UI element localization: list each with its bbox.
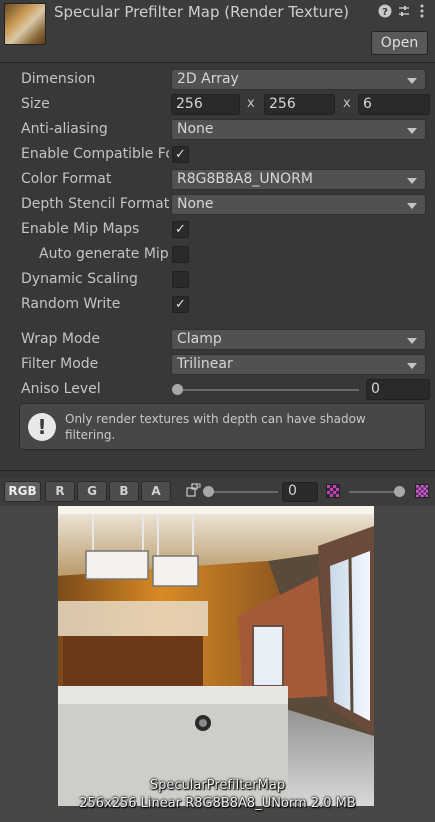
size-depth-field[interactable]: 6 xyxy=(358,94,430,115)
chevron-down-icon xyxy=(407,178,417,184)
color-format-dropdown[interactable]: R8G8B8A8_UNORM xyxy=(171,169,426,190)
large-checker-icon xyxy=(415,484,429,498)
checkmark-icon: ✓ xyxy=(175,222,186,237)
asset-title: Specular Prefilter Map (Render Texture) xyxy=(54,3,350,21)
channel-b-button[interactable]: B xyxy=(109,481,139,502)
depth-stencil-format-label: Depth Stencil Format xyxy=(21,196,169,212)
exposure-slider-track[interactable] xyxy=(349,491,399,493)
channel-g-button[interactable]: G xyxy=(77,481,107,502)
depth-stencil-format-value: None xyxy=(177,196,214,212)
settings-sliders-icon[interactable] xyxy=(396,4,412,20)
dynamic-scaling-row: Dynamic Scaling xyxy=(0,268,435,292)
mip-level-field[interactable]: 0 xyxy=(282,482,318,502)
open-button[interactable]: Open xyxy=(371,31,428,55)
anti-aliasing-value: None xyxy=(177,121,214,137)
filter-mode-dropdown[interactable]: Trilinear xyxy=(171,354,426,375)
color-format-row: Color Format R8G8B8A8_UNORM xyxy=(0,168,435,192)
size-separator: x xyxy=(247,96,255,111)
filter-mode-value: Trilinear xyxy=(177,356,233,372)
channel-rgb-button[interactable]: RGB xyxy=(4,481,41,502)
preview-texture-info: 256x256 Linear R8G8B8A8_UNorm 2.0 MB xyxy=(79,796,356,811)
anti-aliasing-row: Anti-aliasing None xyxy=(0,118,435,142)
chevron-down-icon xyxy=(407,363,417,369)
section-divider xyxy=(0,470,435,471)
aniso-level-label: Aniso Level xyxy=(21,381,101,397)
aniso-level-slider-handle[interactable] xyxy=(172,384,183,395)
chevron-down-icon xyxy=(407,128,417,134)
color-format-value: R8G8B8A8_UNORM xyxy=(177,171,313,187)
chevron-down-icon xyxy=(407,78,417,84)
chevron-down-icon xyxy=(407,338,417,344)
wrap-mode-label: Wrap Mode xyxy=(21,331,101,347)
preview-texture-name: SpecularPrefilterMap xyxy=(149,778,286,793)
size-separator: x xyxy=(343,96,351,111)
wrap-mode-value: Clamp xyxy=(177,331,222,347)
aniso-level-row: Aniso Level 0 xyxy=(0,378,435,402)
filter-mode-label: Filter Mode xyxy=(21,356,99,372)
depth-stencil-format-row: Depth Stencil Format None xyxy=(0,193,435,217)
help-icon[interactable]: ? xyxy=(377,4,393,20)
aniso-level-field[interactable]: 0 xyxy=(366,379,430,400)
color-format-label: Color Format xyxy=(21,171,112,187)
anti-aliasing-dropdown[interactable]: None xyxy=(171,119,426,140)
mip-level-icon xyxy=(185,483,203,499)
checkmark-icon: ✓ xyxy=(175,297,186,312)
random-write-row: Random Write ✓ xyxy=(0,293,435,317)
size-label: Size xyxy=(21,96,50,112)
wrap-mode-dropdown[interactable]: Clamp xyxy=(171,329,426,350)
dynamic-scaling-checkbox[interactable] xyxy=(172,271,189,288)
dimension-dropdown[interactable]: 2D Array xyxy=(171,69,426,90)
auto-generate-mip-maps-label: Auto generate Mip Maps xyxy=(39,246,169,262)
exposure-slider-handle[interactable] xyxy=(394,486,405,497)
auto-generate-mip-maps-checkbox[interactable] xyxy=(172,246,189,263)
channel-a-button[interactable]: A xyxy=(141,481,171,502)
shadow-filtering-help-box: ! Only render textures with depth can ha… xyxy=(19,403,426,450)
random-write-label: Random Write xyxy=(21,296,121,312)
size-row: Size 256 x 256 x 6 xyxy=(0,93,435,117)
dimension-label: Dimension xyxy=(21,71,96,87)
enable-compatible-format-checkbox[interactable]: ✓ xyxy=(172,146,189,163)
dimension-row: Dimension 2D Array xyxy=(0,68,435,92)
size-height-field[interactable]: 256 xyxy=(264,94,335,115)
chevron-down-icon xyxy=(407,203,417,209)
exclamation-icon: ! xyxy=(28,413,56,441)
checkmark-icon: ✓ xyxy=(175,147,186,162)
help-message: Only render textures with depth can have… xyxy=(65,412,366,442)
size-width-field[interactable]: 256 xyxy=(171,94,240,115)
wrap-mode-row: Wrap Mode Clamp xyxy=(0,328,435,352)
texture-thumbnail xyxy=(4,3,46,45)
dimension-value: 2D Array xyxy=(177,71,239,87)
anti-aliasing-label: Anti-aliasing xyxy=(21,121,108,137)
auto-generate-mip-maps-row: Auto generate Mip Maps xyxy=(0,243,435,267)
enable-mip-maps-label: Enable Mip Maps xyxy=(21,221,140,237)
filter-mode-row: Filter Mode Trilinear xyxy=(0,353,435,377)
depth-stencil-format-dropdown[interactable]: None xyxy=(171,194,426,215)
inspector-header: Specular Prefilter Map (Render Texture) … xyxy=(0,0,435,63)
enable-mip-maps-checkbox[interactable]: ✓ xyxy=(172,221,189,238)
aniso-level-slider-track[interactable] xyxy=(177,389,359,391)
dynamic-scaling-label: Dynamic Scaling xyxy=(21,271,138,287)
random-write-checkbox[interactable]: ✓ xyxy=(172,296,189,313)
enable-compatible-format-label: Enable Compatible Format xyxy=(21,146,169,162)
enable-mip-maps-row: Enable Mip Maps ✓ xyxy=(0,218,435,242)
preview-toolbar: RGB R G B A 0 xyxy=(0,478,435,506)
mip-level-slider-track[interactable] xyxy=(208,491,278,493)
enable-compatible-format-row: Enable Compatible Format ✓ xyxy=(0,143,435,167)
more-options-icon[interactable] xyxy=(414,4,430,20)
channel-r-button[interactable]: R xyxy=(45,481,75,502)
mip-level-slider-handle[interactable] xyxy=(203,486,214,497)
svg-text:?: ? xyxy=(382,7,388,18)
texture-preview-image xyxy=(58,506,374,806)
small-checker-icon xyxy=(326,484,340,498)
